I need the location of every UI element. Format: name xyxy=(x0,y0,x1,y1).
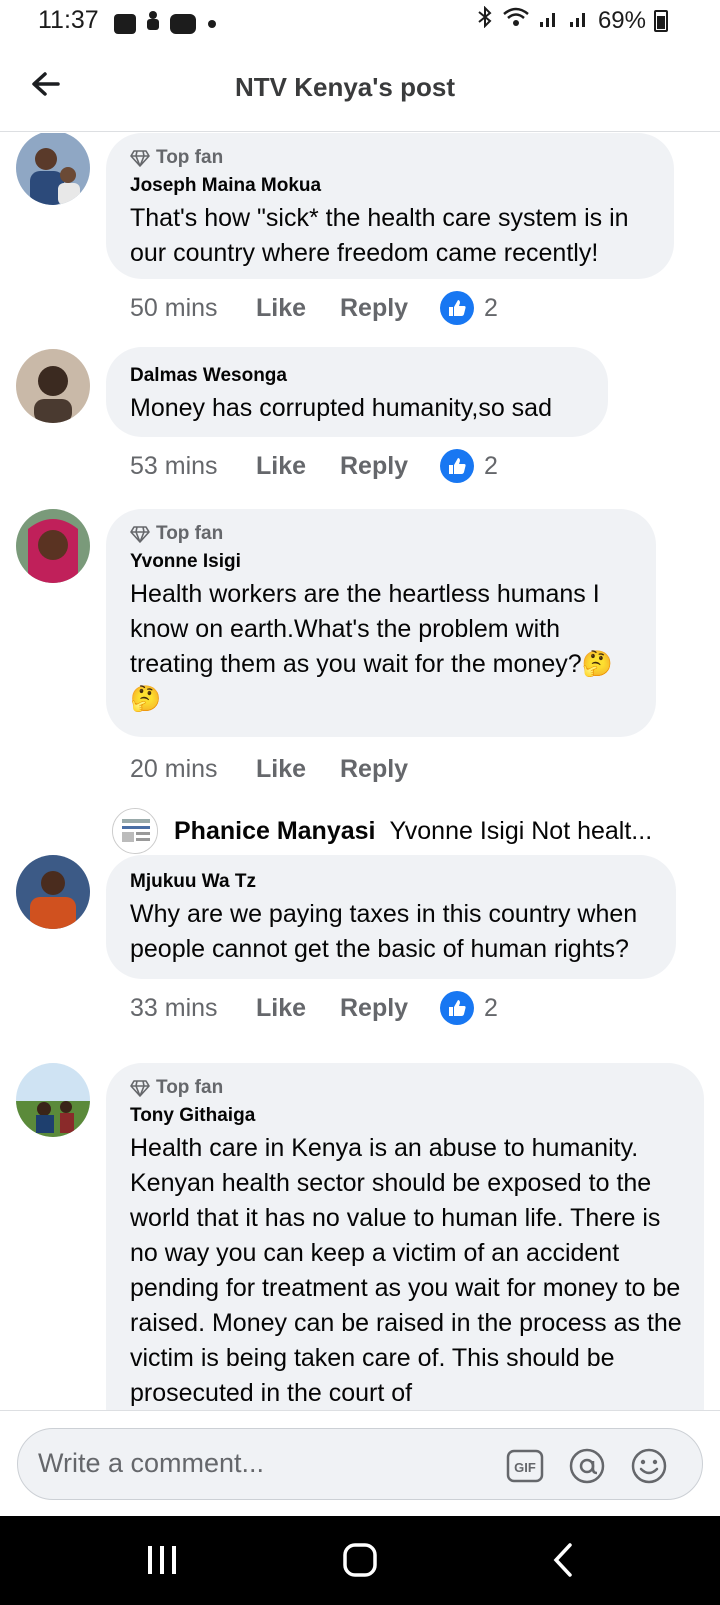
comments-list[interactable]: Top fan Joseph Maina Mokua That's how "s… xyxy=(0,133,720,1410)
thumbs-up-icon xyxy=(440,991,474,1025)
comment-text: Money has corrupted humanity,so sad xyxy=(130,394,552,422)
battery-level: 69% xyxy=(597,6,646,34)
mention-icon xyxy=(569,1448,605,1484)
reply-text: Yvonne Isigi Not healt... xyxy=(389,816,653,845)
comment: Mjukuu Wa Tz Why are we paying taxes in … xyxy=(0,855,720,1050)
comment-text: Health care in Kenya is an abuse to huma… xyxy=(130,1134,682,1407)
reply-button[interactable]: Reply xyxy=(340,452,440,481)
gif-icon: GIF xyxy=(506,1449,544,1483)
status-right: 69% xyxy=(476,5,668,35)
avatar[interactable] xyxy=(16,1063,90,1137)
reaction-count[interactable]: 2 xyxy=(440,449,498,483)
bluetooth-icon xyxy=(476,5,494,35)
comment-text: Why are we paying taxes in this country … xyxy=(130,900,638,963)
comment: Top fan Tony Githaiga Health care in Ken… xyxy=(0,1063,720,1410)
comment-actions: 33 mins Like Reply 2 xyxy=(130,991,498,1025)
comment-placeholder: Write a comment... xyxy=(38,1448,265,1478)
comment-bubble[interactable]: Top fan Tony Githaiga Health care in Ken… xyxy=(106,1063,704,1410)
comment-input[interactable]: Write a comment... GIF xyxy=(17,1428,703,1500)
reply-button[interactable]: Reply xyxy=(340,755,440,784)
comment-bubble[interactable]: Top fan Yvonne Isigi Health workers are … xyxy=(106,509,656,737)
top-fan-badge: Top fan xyxy=(130,1077,682,1099)
recent-apps-icon xyxy=(148,1546,176,1574)
reaction-count[interactable]: 2 xyxy=(440,991,498,1025)
thumbs-up-icon xyxy=(440,291,474,325)
page-title: NTV Kenya's post xyxy=(234,72,455,102)
android-icon xyxy=(144,10,162,37)
comment-bubble[interactable]: Dalmas Wesonga Money has corrupted human… xyxy=(106,347,608,437)
comment: Top fan Joseph Maina Mokua That's how "s… xyxy=(0,133,720,343)
diamond-icon xyxy=(130,1080,150,1097)
home-icon xyxy=(343,1543,377,1577)
avatar[interactable] xyxy=(16,349,90,423)
comment-author[interactable]: Dalmas Wesonga xyxy=(130,365,586,387)
top-fan-badge: Top fan xyxy=(130,147,652,169)
comment-author[interactable]: Joseph Maina Mokua xyxy=(130,175,652,197)
diamond-icon xyxy=(130,150,150,167)
reply-avatar[interactable] xyxy=(112,808,158,854)
comment-composer: Write a comment... GIF xyxy=(0,1410,720,1516)
reply-preview[interactable]: Phanice Manyasi Yvonne Isigi Not healt..… xyxy=(112,808,652,854)
back-chevron-icon xyxy=(553,1543,572,1577)
signal-icon xyxy=(538,7,560,35)
top-fan-badge: Top fan xyxy=(130,523,634,545)
emoji-button[interactable] xyxy=(630,1447,668,1485)
youtube-icon xyxy=(170,13,196,34)
avatar[interactable] xyxy=(16,509,90,583)
reaction-count[interactable]: 2 xyxy=(440,291,498,325)
comment-author[interactable]: Tony Githaiga xyxy=(130,1105,682,1127)
comment-time[interactable]: 33 mins xyxy=(130,994,256,1023)
wifi-icon xyxy=(502,6,530,35)
comment-author[interactable]: Yvonne Isigi xyxy=(130,551,634,573)
like-button[interactable]: Like xyxy=(256,994,340,1023)
svg-text:GIF: GIF xyxy=(514,1460,536,1475)
gallery-icon xyxy=(114,13,136,34)
signal-icon-2 xyxy=(568,7,590,35)
diamond-icon xyxy=(130,526,150,543)
comment-text: That's how "sick* the health care system… xyxy=(130,204,629,267)
status-time: 11:37 xyxy=(38,6,99,34)
more-notifications-icon xyxy=(208,19,216,28)
like-button[interactable]: Like xyxy=(256,294,340,323)
comment-bubble[interactable]: Top fan Joseph Maina Mokua That's how "s… xyxy=(106,133,674,279)
recent-apps-button[interactable] xyxy=(142,1540,182,1580)
status-bar: 11:37 69% xyxy=(0,0,720,44)
gif-button[interactable]: GIF xyxy=(506,1447,544,1485)
reply-author[interactable]: Phanice Manyasi xyxy=(174,817,375,846)
battery-icon xyxy=(654,9,668,32)
thumbs-up-icon xyxy=(440,449,474,483)
back-nav-button[interactable] xyxy=(544,1540,584,1580)
comment-bubble[interactable]: Mjukuu Wa Tz Why are we paying taxes in … xyxy=(106,855,676,979)
comment-text: Health workers are the heartless humans … xyxy=(130,580,613,713)
comment: Top fan Yvonne Isigi Health workers are … xyxy=(0,509,720,787)
like-button[interactable]: Like xyxy=(256,452,340,481)
system-nav-bar xyxy=(0,1516,720,1605)
comment-time[interactable]: 20 mins xyxy=(130,755,256,784)
comment-actions: 53 mins Like Reply 2 xyxy=(130,449,498,483)
comment-actions: 20 mins Like Reply xyxy=(130,755,440,784)
home-button[interactable] xyxy=(340,1540,380,1580)
mention-button[interactable] xyxy=(568,1447,606,1485)
like-button[interactable]: Like xyxy=(256,755,340,784)
comment-time[interactable]: 53 mins xyxy=(130,452,256,481)
reply-button[interactable]: Reply xyxy=(340,994,440,1023)
avatar[interactable] xyxy=(16,133,90,205)
reply-button[interactable]: Reply xyxy=(340,294,440,323)
avatar[interactable] xyxy=(16,855,90,929)
comment-author[interactable]: Mjukuu Wa Tz xyxy=(130,871,654,893)
notification-icons xyxy=(114,10,216,37)
post-header: NTV Kenya's post xyxy=(0,44,720,132)
comment-time[interactable]: 50 mins xyxy=(130,294,256,323)
comment-actions: 50 mins Like Reply 2 xyxy=(130,291,498,325)
comment: Dalmas Wesonga Money has corrupted human… xyxy=(0,347,720,497)
smiley-icon xyxy=(631,1448,667,1484)
